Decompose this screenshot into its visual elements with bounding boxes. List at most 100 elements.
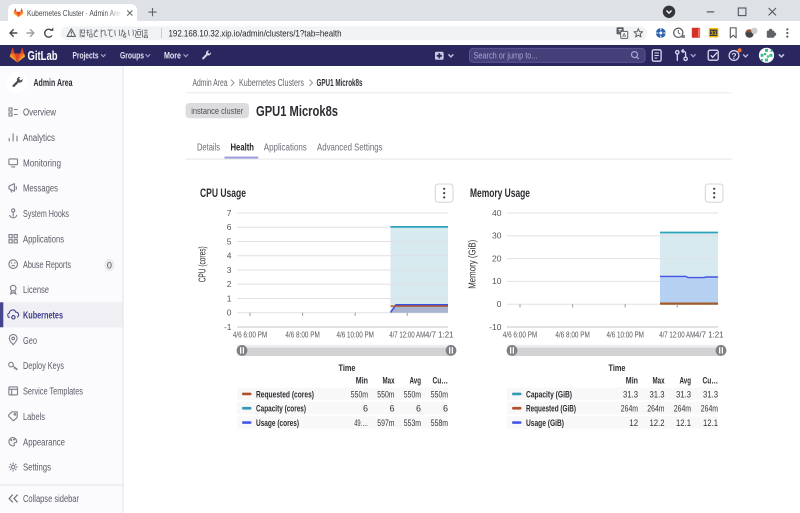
svg-text:4/6 8:00 PM: 4/6 8:00 PM (555, 331, 590, 340)
svg-text:System Hooks: System Hooks (23, 209, 69, 220)
svg-text:Avg: Avg (410, 375, 422, 385)
svg-text:4/7 12:00 AM: 4/7 12:00 AM (659, 331, 695, 340)
svg-text:Applications: Applications (264, 143, 307, 154)
svg-text:0: 0 (227, 308, 232, 318)
svg-text:Details: Details (197, 143, 220, 154)
svg-text:550m: 550m (404, 389, 421, 399)
svg-text:6: 6 (389, 404, 394, 414)
svg-text:Usage (GiB): Usage (GiB) (526, 418, 564, 428)
svg-text:553m: 553m (404, 418, 421, 428)
svg-text:Advanced Settings: Advanced Settings (317, 143, 383, 154)
svg-text:Capacity (GiB): Capacity (GiB) (526, 389, 572, 399)
svg-text:Usage (cores): Usage (cores) (256, 418, 299, 428)
svg-text:More: More (164, 51, 181, 62)
svg-text:31.3: 31.3 (676, 389, 691, 399)
svg-text:Kubernetes Clusters: Kubernetes Clusters (239, 78, 304, 89)
svg-text:Projects: Projects (73, 51, 99, 62)
svg-text:Admin Area: Admin Area (193, 78, 228, 89)
svg-text:GitLab: GitLab (28, 49, 58, 63)
svg-text:Deploy Keys: Deploy Keys (23, 361, 64, 372)
svg-text:31: 31 (711, 31, 717, 37)
svg-text:7: 7 (227, 208, 232, 218)
svg-text:Time: Time (339, 363, 356, 373)
svg-text:550m: 550m (377, 389, 394, 399)
svg-text:550m: 550m (431, 389, 448, 399)
svg-text:12.2: 12.2 (650, 418, 665, 428)
svg-text:597m: 597m (377, 418, 394, 428)
svg-text:49.…: 49.… (354, 418, 368, 428)
svg-text:Geo: Geo (23, 336, 37, 347)
svg-text:4/7 1:21: 4/7 1:21 (695, 331, 724, 340)
svg-text:10: 10 (492, 276, 502, 286)
svg-text:6: 6 (363, 404, 368, 414)
svg-text:6: 6 (227, 222, 232, 232)
svg-text:Memory Usage: Memory Usage (470, 188, 530, 200)
svg-text:4/6 8:00 PM: 4/6 8:00 PM (285, 331, 320, 340)
svg-text:0: 0 (107, 260, 112, 270)
svg-text:264m: 264m (674, 404, 691, 414)
svg-text:Appearance: Appearance (23, 437, 65, 448)
svg-text:Time: Time (609, 363, 626, 373)
svg-text:Search or jump to...: Search or jump to... (474, 51, 538, 61)
svg-text:550m: 550m (351, 389, 368, 399)
svg-text:3: 3 (227, 265, 232, 275)
svg-text:12.1: 12.1 (676, 418, 691, 428)
svg-text:30: 30 (492, 231, 502, 241)
svg-text:CPU (cores): CPU (cores) (198, 246, 209, 282)
svg-text:Health: Health (231, 143, 255, 154)
svg-text:GPU1 Microk8s: GPU1 Microk8s (256, 103, 338, 120)
svg-text:6: 6 (443, 404, 448, 414)
svg-text:Max: Max (383, 375, 395, 385)
svg-text:31.3: 31.3 (650, 389, 665, 399)
svg-text:0: 0 (497, 299, 502, 309)
svg-text:264m: 264m (621, 404, 638, 414)
svg-text:GPU1 Microk8s: GPU1 Microk8s (317, 78, 363, 89)
svg-text:Collapse sidebar: Collapse sidebar (23, 494, 79, 505)
svg-text:4/6 6:00 PM: 4/6 6:00 PM (503, 331, 538, 340)
svg-text:6: 6 (416, 404, 421, 414)
svg-text:1: 1 (227, 293, 232, 303)
svg-text:20: 20 (492, 253, 502, 263)
svg-text:5: 5 (227, 236, 232, 246)
svg-text:?: ? (731, 51, 736, 61)
svg-text:4/6 10:00 PM: 4/6 10:00 PM (606, 331, 644, 340)
svg-text:Memory (GiB): Memory (GiB) (468, 240, 479, 289)
svg-text:558m: 558m (431, 418, 448, 428)
svg-text:Requested (GiB): Requested (GiB) (526, 404, 576, 414)
svg-text:Messages: Messages (23, 184, 58, 195)
svg-text:Requested (cores): Requested (cores) (256, 389, 314, 399)
svg-text:Applications: Applications (23, 234, 64, 245)
svg-text:Capacity (cores): Capacity (cores) (256, 404, 306, 414)
svg-text:Min: Min (356, 375, 368, 385)
svg-text:Abuse Reports: Abuse Reports (23, 260, 71, 271)
svg-text:CPU Usage: CPU Usage (200, 188, 246, 200)
svg-text:192.168.10.32.xip.io/admin/clu: 192.168.10.32.xip.io/admin/clusters/1?ta… (169, 28, 342, 39)
svg-text:Avg: Avg (680, 375, 692, 385)
svg-text:Groups: Groups (120, 51, 144, 62)
svg-text:Max: Max (653, 375, 665, 385)
svg-text:31.3: 31.3 (703, 389, 718, 399)
svg-text:Overview: Overview (23, 108, 57, 119)
svg-text:Analytics: Analytics (23, 133, 55, 144)
svg-text:-1: -1 (224, 322, 232, 332)
svg-text:Kubernetes: Kubernetes (23, 310, 63, 321)
svg-text:12.1: 12.1 (703, 418, 718, 428)
svg-text:Labels: Labels (23, 412, 45, 423)
svg-text:License: License (23, 285, 49, 296)
svg-text:Min: Min (626, 375, 638, 385)
svg-text:264m: 264m (701, 404, 718, 414)
svg-text:31.3: 31.3 (623, 389, 638, 399)
svg-text:4/7 12:00 AM: 4/7 12:00 AM (389, 331, 425, 340)
svg-text:Cu…: Cu… (433, 375, 449, 385)
svg-text:Monitoring: Monitoring (23, 158, 61, 169)
svg-text:4/6 10:00 PM: 4/6 10:00 PM (336, 331, 374, 340)
svg-text:264m: 264m (647, 404, 664, 414)
svg-text:Settings: Settings (23, 463, 51, 474)
svg-text:4: 4 (227, 251, 232, 261)
svg-text:Service Templates: Service Templates (23, 387, 83, 398)
svg-text:-10: -10 (489, 322, 502, 332)
svg-text:40: 40 (492, 208, 502, 218)
svg-text:12: 12 (629, 418, 638, 428)
svg-text:instance cluster: instance cluster (191, 106, 243, 117)
svg-text:4/7 1:21: 4/7 1:21 (425, 331, 454, 340)
